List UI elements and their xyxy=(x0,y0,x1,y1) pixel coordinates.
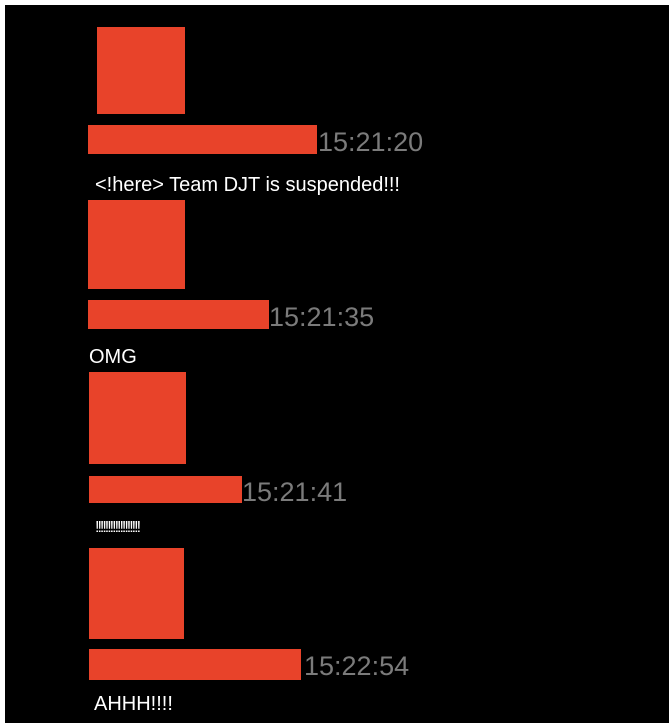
message-timestamp: 15:21:20 xyxy=(318,127,424,157)
username-redacted xyxy=(88,300,269,329)
avatar-redacted xyxy=(97,27,185,114)
message-text: AHHH!!!! xyxy=(94,693,173,715)
message-text: !!!!!!!!!!!!!!!!!! xyxy=(95,519,141,536)
avatar-redacted xyxy=(89,548,184,639)
username-redacted xyxy=(89,649,301,680)
message-timestamp: 15:21:35 xyxy=(269,302,375,332)
avatar-redacted xyxy=(89,372,186,464)
message-timestamp: 15:21:41 xyxy=(242,477,348,507)
avatar-redacted xyxy=(88,200,185,289)
message-text: <!here> Team DJT is suspended!!! xyxy=(95,174,400,196)
chat-panel: 15:21:20 <!here> Team DJT is suspended!!… xyxy=(5,5,669,723)
username-redacted xyxy=(89,476,242,503)
message-timestamp: 15:22:54 xyxy=(304,651,410,681)
username-redacted xyxy=(88,125,317,154)
message-text: OMG xyxy=(89,346,137,368)
